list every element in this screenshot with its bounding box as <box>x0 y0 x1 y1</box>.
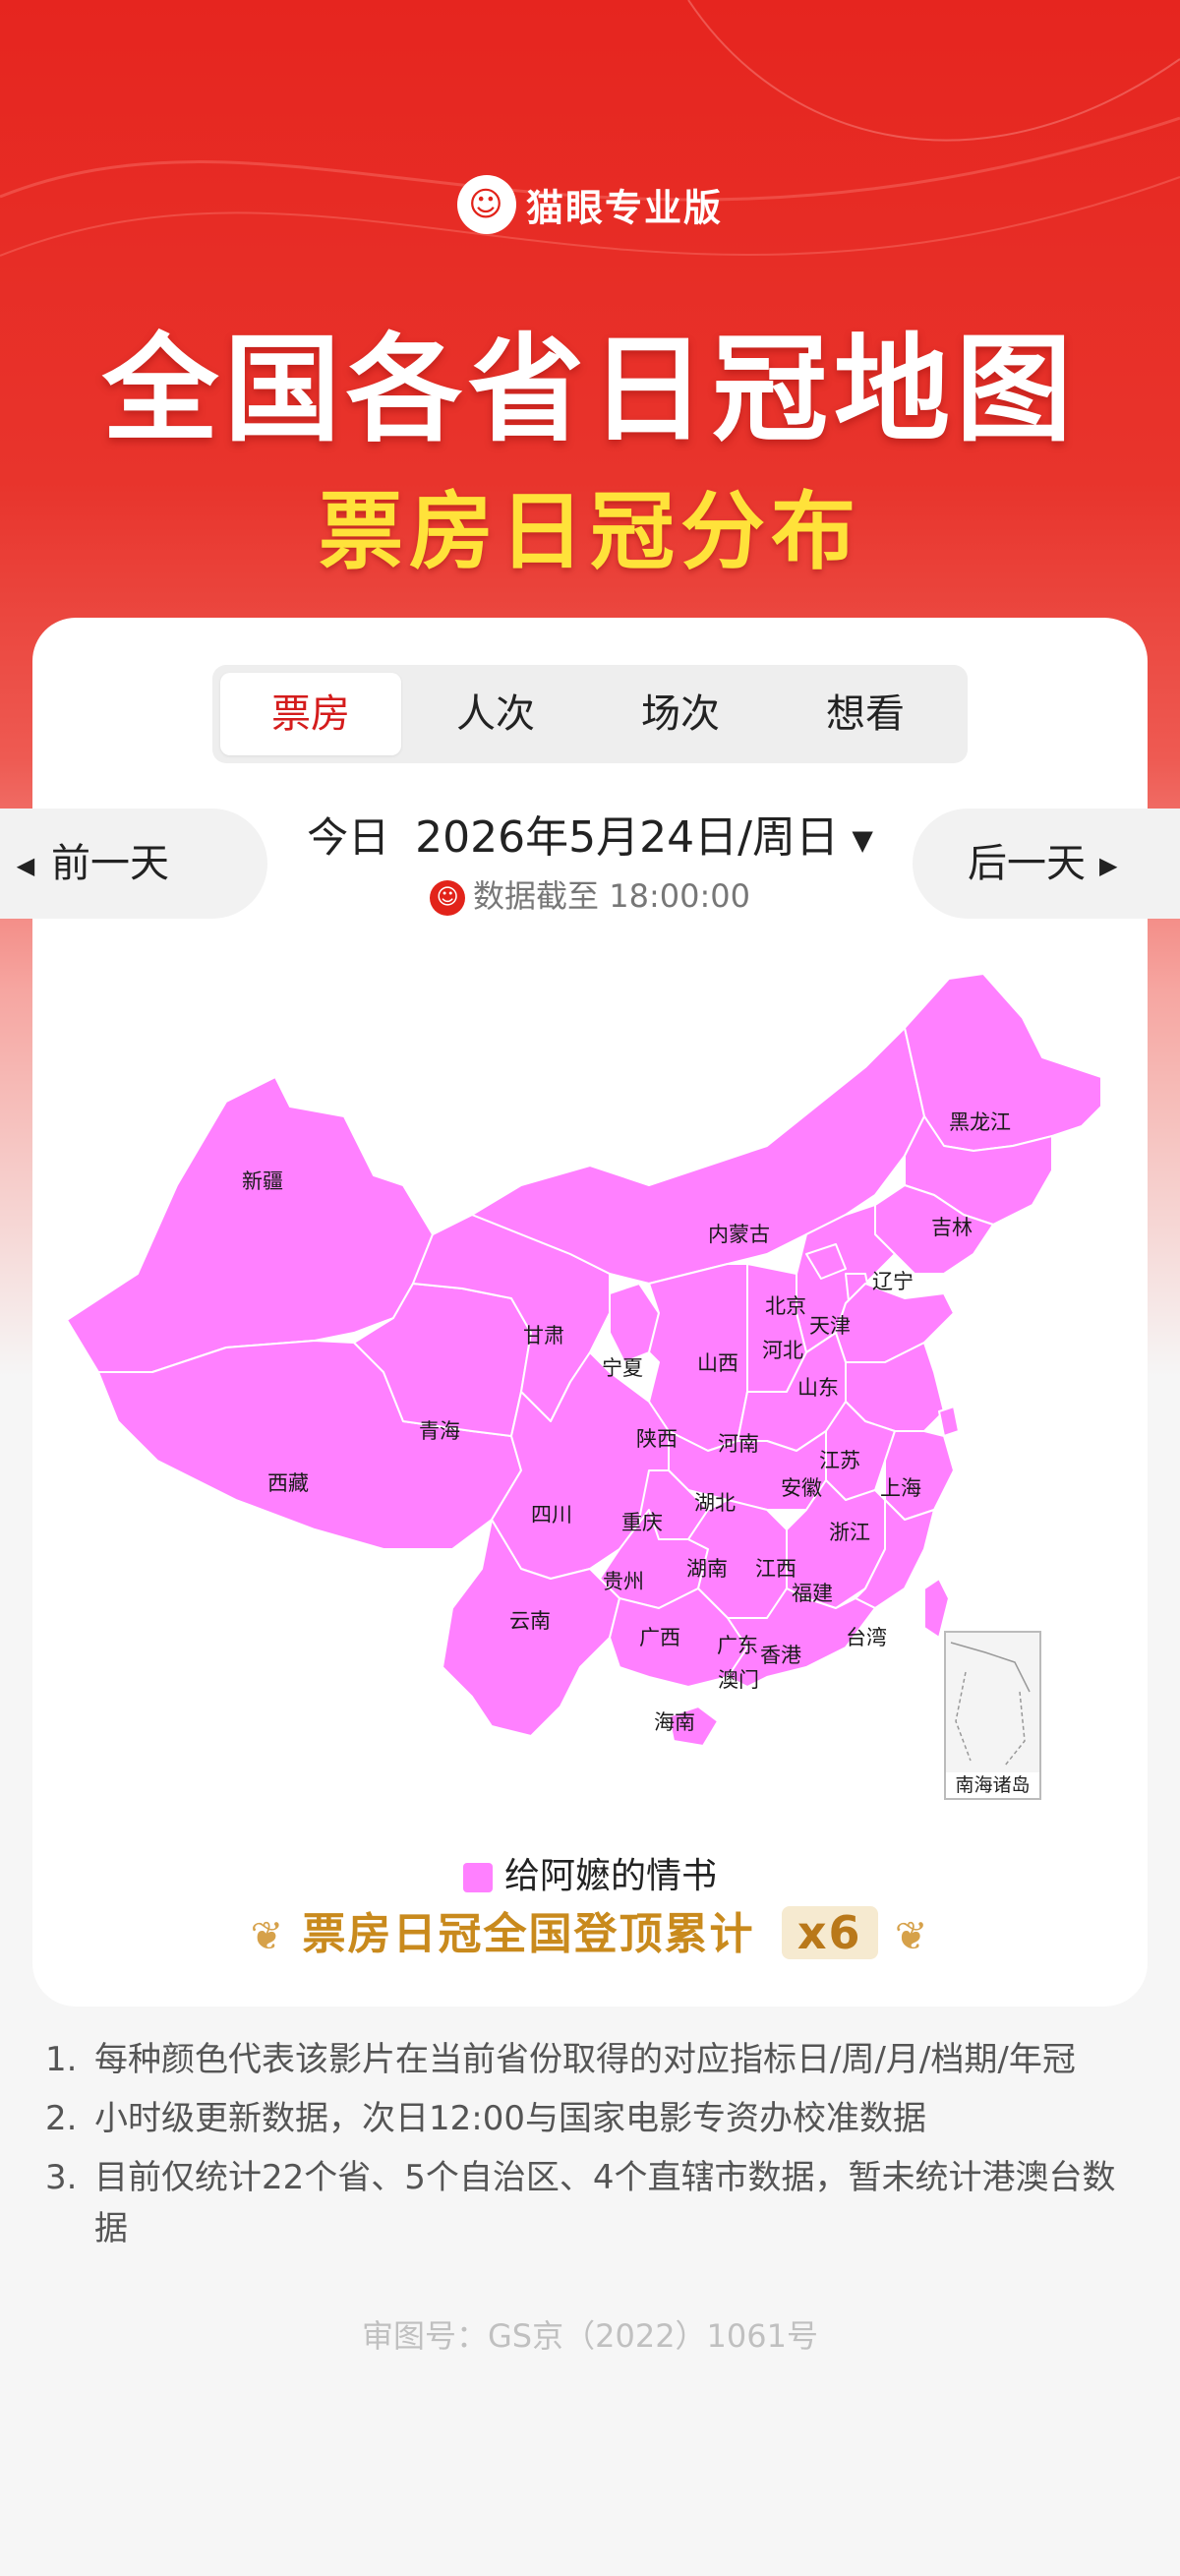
label-guangdong: 广东 <box>717 1634 758 1657</box>
note-item: 1. 每种颜色代表该影片在当前省份取得的对应指标日/周/月/档期/年冠 <box>45 2034 1137 2085</box>
label-jiangsu: 江苏 <box>819 1449 860 1472</box>
note-number: 2. <box>45 2099 78 2138</box>
label-sichuan: 四川 <box>531 1503 572 1527</box>
label-henan: 河南 <box>718 1432 759 1456</box>
champion-summary: ❦ 票房日冠全国登顶累计 x6 ❦ <box>0 1898 1180 1961</box>
note-text: 每种颜色代表该影片在当前省份取得的对应指标日/周/月/档期/年冠 <box>94 2040 1076 2079</box>
note-number: 3. <box>45 2158 78 2197</box>
note-text: 目前仅统计22个省、5个自治区、4个直辖市数据，暂未统计港澳台数据 <box>94 2158 1116 2248</box>
caret-down-icon: ▼ <box>852 823 873 857</box>
label-guangxi: 广西 <box>639 1626 680 1649</box>
label-zhejiang: 浙江 <box>829 1521 870 1544</box>
today-label: 今日 <box>307 813 390 862</box>
data-cutoff: ☺ 数据截至 18:00:00 <box>295 873 885 919</box>
label-chongqing: 重庆 <box>621 1511 663 1534</box>
tab-box-office[interactable]: 票房 <box>220 673 401 755</box>
label-jiangxi: 江西 <box>755 1557 796 1581</box>
page-subtitle: 票房日冠分布 <box>319 483 861 581</box>
cat-face-icon: ☺ <box>456 175 516 234</box>
label-anhui: 安徽 <box>781 1476 822 1500</box>
province-shandong <box>835 1283 955 1363</box>
brand-name: 猫眼专业版 <box>525 186 723 230</box>
note-item: 2. 小时级更新数据，次日12:00与国家电影专资办校准数据 <box>45 2093 1137 2144</box>
label-xianggang: 香港 <box>760 1644 801 1667</box>
note-text: 小时级更新数据，次日12:00与国家电影专资办校准数据 <box>94 2099 926 2138</box>
label-guizhou: 贵州 <box>603 1570 644 1593</box>
label-taiwan: 台湾 <box>846 1626 887 1649</box>
label-hebei: 河北 <box>762 1339 803 1362</box>
legend-film-title: 给阿嬷的情书 <box>503 1856 717 1896</box>
province-shanghai <box>938 1406 960 1437</box>
label-shandong: 山东 <box>797 1376 839 1400</box>
metric-tabs: 票房 人次 场次 想看 <box>212 665 968 763</box>
cutoff-text: 数据截至 18:00:00 <box>473 877 750 915</box>
next-day-label: 后一天 <box>968 841 1086 886</box>
label-beijing: 北京 <box>765 1294 806 1318</box>
laurel-right-icon: ❦ <box>894 1914 930 1959</box>
label-heilongjiang: 黑龙江 <box>949 1110 1011 1134</box>
label-fujian: 福建 <box>792 1582 833 1605</box>
brand-header: ☺ 猫眼专业版 <box>0 175 1180 234</box>
prev-day-label: 前一天 <box>51 841 169 886</box>
laurel-left-icon: ❦ <box>250 1914 286 1959</box>
label-gansu: 甘肃 <box>523 1324 564 1348</box>
note-item: 3. 目前仅统计22个省、5个自治区、4个直辖市数据，暂未统计港澳台数据 <box>45 2152 1137 2254</box>
label-qinghai: 青海 <box>419 1419 460 1443</box>
province-taiwan <box>923 1578 950 1639</box>
triangle-left-icon: ◀ <box>16 852 35 879</box>
note-number: 1. <box>45 2040 78 2079</box>
label-neimenggu: 内蒙古 <box>708 1223 770 1246</box>
label-aomen: 澳门 <box>718 1668 759 1692</box>
page-title: 全国各省日冠地图 <box>101 322 1078 457</box>
notes-list: 1. 每种颜色代表该影片在当前省份取得的对应指标日/周/月/档期/年冠 2. 小时级… <box>45 2034 1137 2262</box>
cat-face-icon: ☺ <box>430 880 466 916</box>
date-selector[interactable]: 今日 2026年5月24日/周日 ▼ <box>295 809 885 870</box>
prev-day-button[interactable]: ◀ 前一天 <box>0 809 267 919</box>
label-shaanxi: 陕西 <box>636 1427 678 1451</box>
label-ningxia: 宁夏 <box>602 1356 643 1380</box>
champion-text: 票房日冠全国登顶累计 <box>302 1909 755 1959</box>
label-hunan: 湖南 <box>686 1557 728 1581</box>
tab-screenings[interactable]: 场次 <box>590 673 771 755</box>
label-yunnan: 云南 <box>509 1609 551 1633</box>
map-legend: 给阿嬷的情书 <box>0 1847 1180 1898</box>
label-shanxi: 山西 <box>697 1351 738 1375</box>
label-hainan: 海南 <box>654 1710 695 1734</box>
next-day-button[interactable]: 后一天 ▶ <box>913 809 1180 919</box>
inset-map <box>950 1642 1031 1767</box>
label-hubei: 湖北 <box>694 1491 736 1515</box>
south-china-sea-inset: 南海诸岛 <box>944 1631 1041 1800</box>
tab-want-to-see[interactable]: 想看 <box>775 673 956 755</box>
label-xizang: 西藏 <box>267 1471 309 1495</box>
province-zhejiang <box>884 1430 955 1521</box>
inset-label: 南海诸岛 <box>946 1772 1039 1798</box>
label-shanghai: 上海 <box>880 1476 921 1500</box>
tab-admissions[interactable]: 人次 <box>405 673 586 755</box>
label-liaoning: 辽宁 <box>872 1270 914 1293</box>
champion-count-badge: x6 <box>781 1906 878 1959</box>
label-xinjiang: 新疆 <box>242 1169 283 1193</box>
label-tianjin: 天津 <box>809 1314 851 1338</box>
legend-color-swatch <box>462 1863 493 1892</box>
label-jilin: 吉林 <box>931 1216 973 1239</box>
current-date: 2026年5月24日/周日 <box>415 812 839 863</box>
map-approval-number: 审图号：GS京（2022）1061号 <box>362 2317 818 2355</box>
triangle-right-icon: ▶ <box>1099 852 1118 879</box>
